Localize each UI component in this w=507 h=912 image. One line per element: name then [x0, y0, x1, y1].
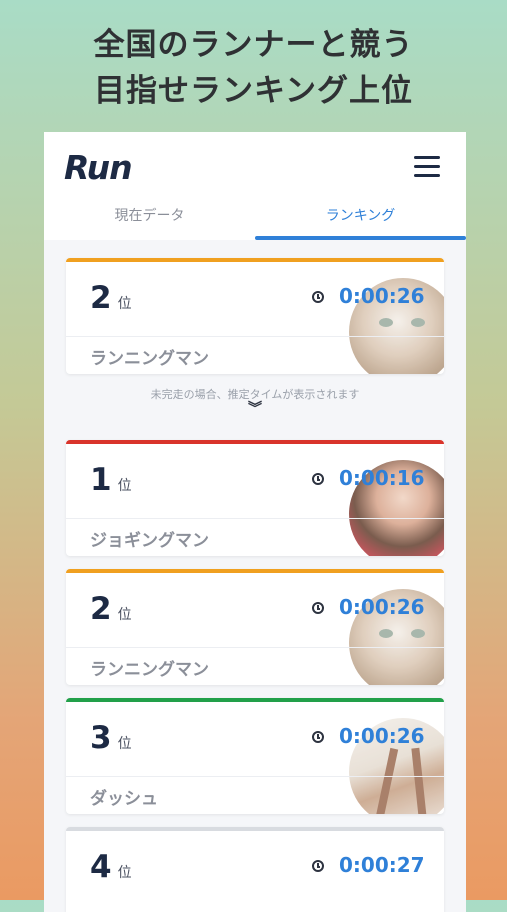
- clock-icon: [312, 731, 324, 743]
- hamburger-menu-icon[interactable]: [414, 156, 440, 178]
- rank-color-bar: [66, 827, 444, 831]
- rank-unit: 位: [117, 607, 132, 623]
- ranking-card[interactable]: 4位 0:00:27: [66, 827, 444, 912]
- divider: [66, 518, 444, 519]
- rank-number: 4位: [90, 849, 132, 885]
- clock-icon: [312, 291, 324, 303]
- tab-ranking[interactable]: ランキング: [255, 204, 466, 240]
- rank-number: 2位: [90, 591, 132, 627]
- runner-name: ジョギングマン: [90, 531, 209, 551]
- rank-number: 2位: [90, 280, 132, 316]
- clock-icon: [312, 602, 324, 614]
- run-time: 0:00:16: [339, 466, 425, 490]
- app-header: Run 現在データ ランキング: [44, 132, 466, 240]
- runner-name: ランニングマン: [90, 660, 209, 680]
- headline-line-2: 目指せランキング上位: [93, 73, 414, 109]
- ranking-card[interactable]: 2位 0:00:26 ランニングマン: [66, 569, 444, 685]
- tab-current-data[interactable]: 現在データ: [44, 204, 255, 240]
- runner-name: ランニングマン: [90, 349, 209, 369]
- my-ranking-card[interactable]: 2位 0:00:26 ランニングマン: [66, 258, 444, 374]
- run-time: 0:00:26: [339, 595, 425, 619]
- promo-headline: 全国のランナーと競う 目指せランキング上位: [0, 22, 507, 114]
- run-time: 0:00:26: [339, 724, 425, 748]
- divider: [66, 776, 444, 777]
- app-screen: Run 現在データ ランキング 2位 0:00:26 ランニングマン 未完走の場…: [44, 132, 466, 912]
- run-time: 0:00:27: [339, 853, 425, 877]
- divider: [66, 336, 444, 337]
- rank-color-bar: [66, 698, 444, 702]
- rank-number: 1位: [90, 462, 132, 498]
- app-logo: Run: [64, 148, 133, 187]
- ranking-card[interactable]: 3位 0:00:26 ダッシュ: [66, 698, 444, 814]
- divider: [66, 647, 444, 648]
- rank-color-bar: [66, 569, 444, 573]
- rank-unit: 位: [117, 478, 132, 494]
- clock-icon: [312, 473, 324, 485]
- rank-unit: 位: [117, 296, 132, 312]
- rank-number: 3位: [90, 720, 132, 756]
- rank-unit: 位: [117, 736, 132, 752]
- rank-unit: 位: [117, 865, 132, 881]
- rank-color-bar: [66, 440, 444, 444]
- clock-icon: [312, 860, 324, 872]
- ranking-card[interactable]: 1位 0:00:16 ジョギングマン: [66, 440, 444, 556]
- rank-color-bar: [66, 258, 444, 262]
- chevron-double-down-icon[interactable]: ︾: [244, 400, 266, 418]
- runner-name: ダッシュ: [90, 789, 158, 809]
- headline-line-1: 全国のランナーと競う: [93, 27, 414, 63]
- run-time: 0:00:26: [339, 284, 425, 308]
